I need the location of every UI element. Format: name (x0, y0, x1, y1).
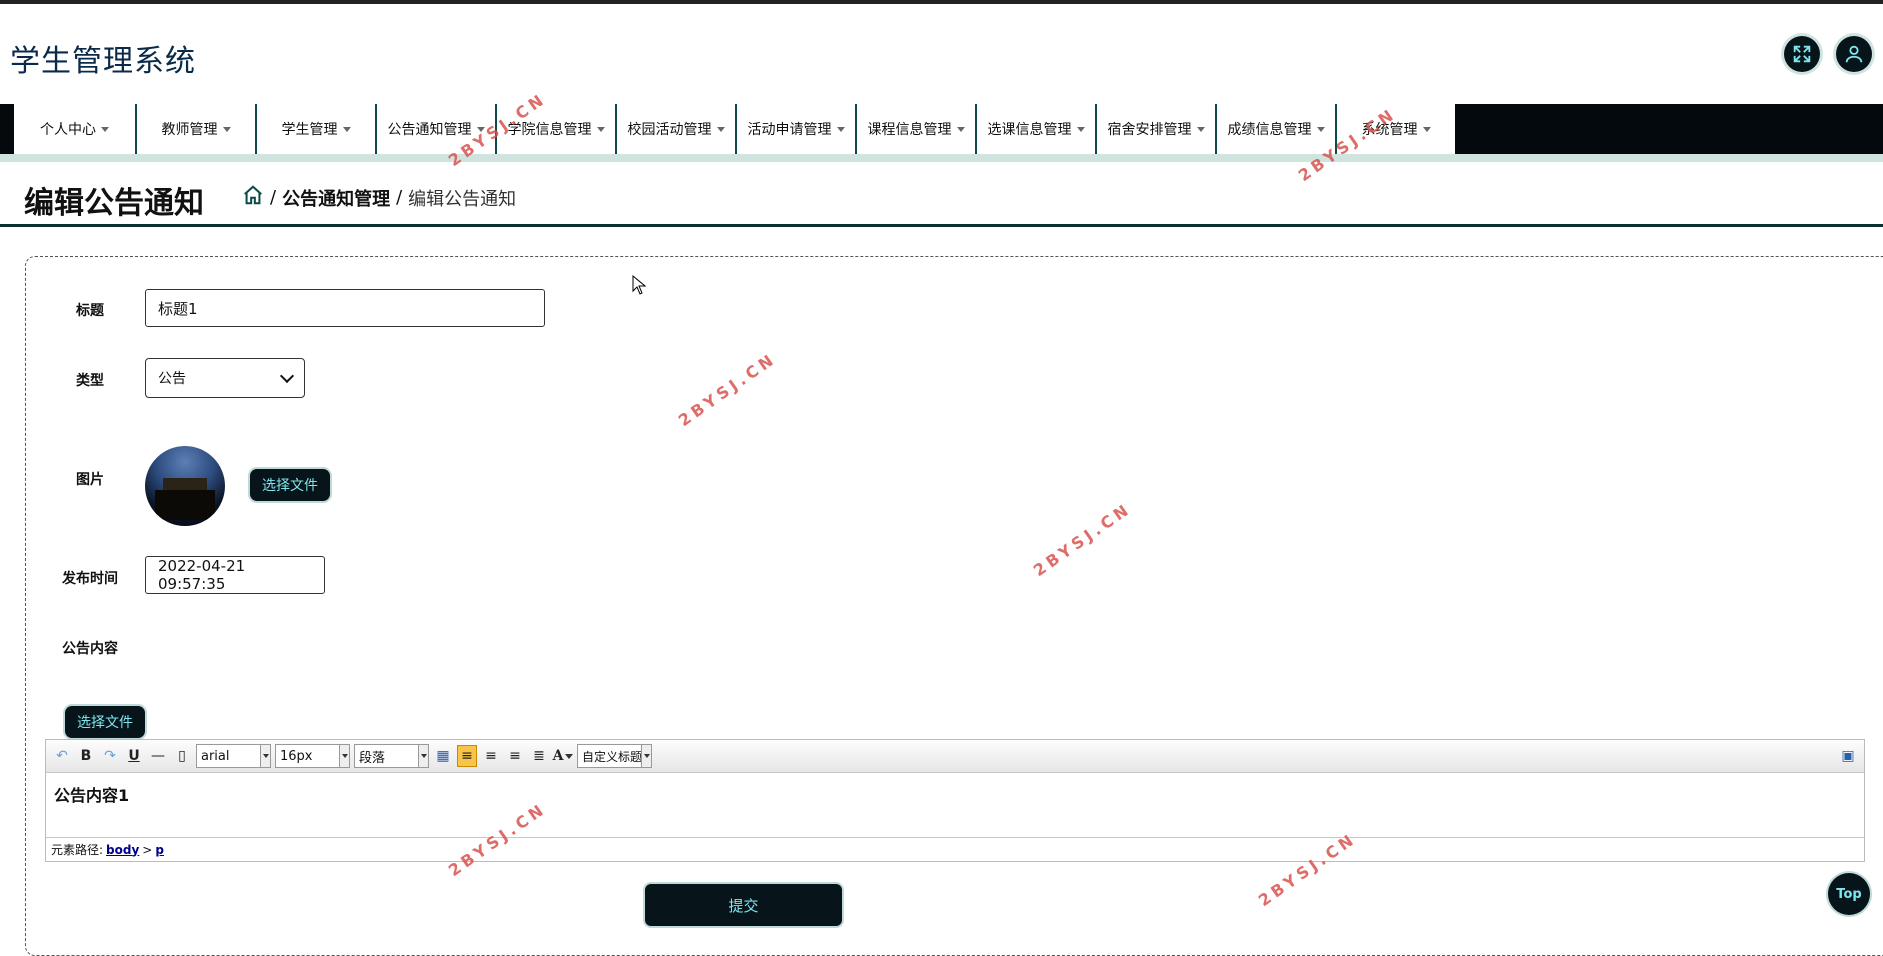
nav-item-courses[interactable]: 课程信息管理 (855, 104, 975, 154)
image-preview (145, 446, 225, 526)
type-select[interactable]: 公告 (145, 358, 305, 398)
undo-icon[interactable]: ↶ (52, 745, 72, 767)
nav-item-students[interactable]: 学生管理 (255, 104, 375, 154)
page-title: 编辑公告通知 (24, 186, 204, 221)
expand-icon (1793, 45, 1811, 63)
submit-button[interactable]: 提交 (645, 884, 842, 926)
nav-item-personal[interactable]: 个人中心 (14, 104, 135, 154)
type-label: 类型 (76, 373, 104, 389)
path-p-link[interactable]: p (155, 843, 164, 857)
path-body-link[interactable]: body (106, 843, 139, 857)
caret-down-icon (101, 126, 109, 132)
nav-item-applications[interactable]: 活动申请管理 (735, 104, 855, 154)
page-header: 编辑公告通知 / 公告通知管理 / 编辑公告通知 (0, 162, 1883, 227)
caret-down-icon (1422, 126, 1431, 132)
mouse-cursor-icon (632, 275, 646, 295)
caret-down-icon (222, 126, 231, 132)
editor-toolbar: ↶ B ↷ U — ▯ arial 16px 段落 ▦ ≡ ≡ ≡ ≣ A 自定… (46, 740, 1864, 773)
underline-icon[interactable]: U (124, 745, 144, 767)
image-choose-file-button[interactable]: 选择文件 (250, 469, 330, 501)
font-color-icon[interactable]: A (553, 745, 574, 767)
main-nav: 个人中心 教师管理 学生管理 公告通知管理 学院信息管理 校园活动管理 活动申请… (0, 104, 1883, 154)
redo-icon[interactable]: ↷ (100, 745, 120, 767)
breadcrumb-current: 编辑公告通知 (408, 188, 517, 210)
horizontal-rule-icon[interactable]: — (148, 745, 168, 767)
user-button[interactable] (1836, 36, 1872, 72)
chevron-down-icon (279, 368, 295, 384)
content-choose-file-button[interactable]: 选择文件 (65, 706, 145, 738)
back-to-top-button[interactable]: Top (1828, 873, 1870, 915)
element-path-bar: 元素路径: body > p (46, 837, 1864, 861)
header: 学生管理系统 (0, 4, 1883, 104)
caret-down-icon (1196, 126, 1205, 132)
publish-time-label: 发布时间 (62, 571, 118, 587)
title-input[interactable]: 标题1 (145, 289, 545, 327)
caret-down-icon (596, 126, 605, 132)
caret-down-icon (836, 126, 845, 132)
breadcrumb: / 公告通知管理 / 编辑公告通知 (242, 184, 516, 211)
app-title: 学生管理系统 (10, 44, 196, 79)
custom-heading-select[interactable]: 自定义标题 (577, 744, 652, 768)
page-icon[interactable]: ▯ (172, 745, 192, 767)
title-label: 标题 (76, 303, 104, 319)
content-label: 公告内容 (62, 641, 118, 657)
caret-down-icon (1076, 126, 1085, 132)
user-icon (1845, 45, 1863, 63)
caret-down-icon (956, 126, 965, 132)
caret-down-icon (716, 126, 725, 132)
align-center-icon[interactable]: ≡ (505, 745, 525, 767)
caret-down-icon (342, 126, 351, 132)
nav-item-teachers[interactable]: 教师管理 (135, 104, 255, 154)
font-family-select[interactable]: arial (196, 744, 271, 768)
breadcrumb-home[interactable] (242, 184, 264, 211)
fullscreen-button[interactable] (1784, 36, 1820, 72)
paragraph-select[interactable]: 段落 (354, 744, 429, 768)
font-size-select[interactable]: 16px (275, 744, 350, 768)
nav-item-dormitory[interactable]: 宿舍安排管理 (1095, 104, 1215, 154)
nav-item-enrollment[interactable]: 选课信息管理 (975, 104, 1095, 154)
nav-item-activities[interactable]: 校园活动管理 (615, 104, 735, 154)
publish-time-input[interactable]: 2022-04-21 09:57:35 (145, 556, 325, 594)
table-icon[interactable]: ▦ (433, 745, 453, 767)
bold-icon[interactable]: B (76, 745, 96, 767)
rich-text-editor: ↶ B ↷ U — ▯ arial 16px 段落 ▦ ≡ ≡ ≡ ≣ A 自定… (45, 739, 1865, 862)
breadcrumb-parent[interactable]: 公告通知管理 (282, 185, 390, 211)
editor-content[interactable]: 公告内容1 (54, 782, 129, 806)
nav-item-grades[interactable]: 成绩信息管理 (1215, 104, 1335, 154)
align-right-icon[interactable]: ≡ (481, 745, 501, 767)
preview-icon[interactable]: ▣ (1838, 745, 1858, 767)
align-left-icon[interactable]: ≡ (457, 745, 477, 767)
align-justify-icon[interactable]: ≣ (529, 745, 549, 767)
nav-underline (0, 154, 1883, 162)
caret-down-icon (1316, 126, 1325, 132)
image-label: 图片 (76, 472, 104, 488)
home-icon (244, 185, 262, 205)
